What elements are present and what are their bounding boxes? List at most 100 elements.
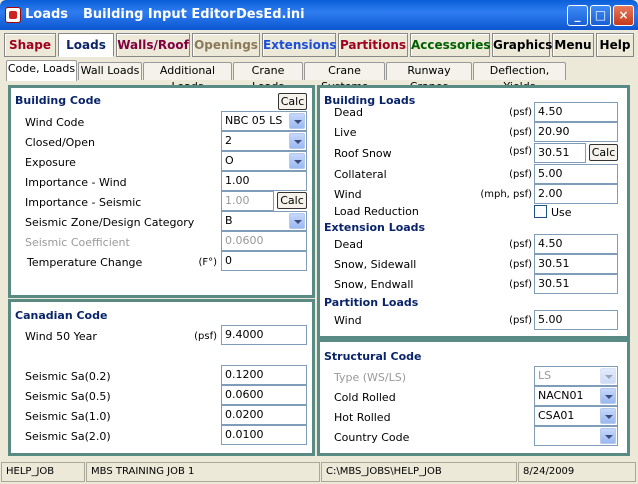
live-load-unit: (psf) <box>509 127 532 138</box>
tab-runway-cranes[interactable]: Runway Cranes <box>386 62 472 93</box>
tab-wall-loads[interactable]: Wall Loads <box>78 62 142 80</box>
importance-seismic-label: Importance - Seismic <box>25 196 142 209</box>
partition-wind-unit: (psf) <box>509 315 532 326</box>
chevron-down-icon[interactable] <box>289 153 305 169</box>
tab-deflection-yields[interactable]: Deflection, Yields <box>473 62 566 93</box>
close-button[interactable]: × <box>613 5 634 26</box>
chevron-down-icon[interactable] <box>600 428 616 444</box>
collateral-unit: (psf) <box>509 169 532 180</box>
chevron-down-icon[interactable] <box>289 113 305 129</box>
building-code-title: Building Code <box>15 94 101 107</box>
hot-rolled-select[interactable]: CSA01 <box>534 406 618 426</box>
importance-wind-label: Importance - Wind <box>25 176 127 189</box>
country-code-label: Country Code <box>334 431 410 444</box>
temperature-unit: (F°) <box>198 257 217 268</box>
ext-dead-unit: (psf) <box>509 239 532 250</box>
ext-dead-input[interactable]: 4.50 <box>534 234 618 254</box>
roof-snow-unit: (psf) <box>509 146 532 157</box>
tab-crane-loads[interactable]: Crane Loads <box>233 62 303 93</box>
snow-endwall-input[interactable]: 30.51 <box>534 274 618 294</box>
seismic-coefficient-label: Seismic Coefficient <box>25 236 130 249</box>
menu-shape[interactable]: Shape <box>4 33 56 57</box>
chevron-down-icon[interactable] <box>600 368 616 384</box>
partition-loads-title: Partition Loads <box>324 296 419 309</box>
seismic-sa-02-input[interactable]: 0.1200 <box>221 365 307 385</box>
importance-seismic-calc-button[interactable]: Calc <box>277 192 307 209</box>
temperature-change-label: Temperature Change <box>27 256 143 269</box>
wind-load-input[interactable]: 2.00 <box>534 184 618 204</box>
exposure-select[interactable]: O <box>221 151 307 171</box>
tab-code-loads[interactable]: Code, Loads <box>6 60 77 81</box>
seismic-coefficient-input[interactable]: 0.0600 <box>221 231 307 251</box>
structural-code-panel: Structural Code Type (WS/LS) LS Cold Rol… <box>317 339 630 456</box>
importance-seismic-input[interactable]: 1.00 <box>221 191 274 211</box>
status-job: HELP_JOB <box>1 462 85 482</box>
importance-wind-input[interactable]: 1.00 <box>221 171 307 191</box>
menu-help[interactable]: Help <box>596 33 634 57</box>
roof-snow-calc-button[interactable]: Calc <box>589 144 618 161</box>
canadian-code-panel: Canadian Code Wind 50 Year (psf) 9.4000 … <box>8 299 315 456</box>
exposure-label: Exposure <box>25 156 76 169</box>
partition-wind-label: Wind <box>334 314 362 327</box>
seismic-sa-10-input[interactable]: 0.0200 <box>221 405 307 425</box>
menu-extensions[interactable]: Extensions <box>262 33 337 57</box>
menu-walls-roof[interactable]: Walls/Roof <box>116 33 190 57</box>
menu-graphics[interactable]: Graphics <box>492 33 552 57</box>
tab-crane-systems[interactable]: Crane Systems <box>304 62 385 93</box>
snow-sidewall-unit: (psf) <box>509 259 532 270</box>
window-title-file: DesEd.ini <box>236 7 305 22</box>
cold-rolled-label: Cold Rolled <box>334 391 396 404</box>
snow-sidewall-input[interactable]: 30.51 <box>534 254 618 274</box>
wind-load-label: Wind <box>334 188 362 201</box>
wind-code-select[interactable]: NBC 05 LS <box>221 111 307 131</box>
country-code-select[interactable] <box>534 426 618 446</box>
menu-loads[interactable]: Loads <box>58 33 114 57</box>
status-job-name: MBS TRAINING JOB 1 <box>86 462 320 482</box>
minimize-button[interactable]: _ <box>567 5 588 26</box>
snow-sidewall-label: Snow, Sidewall <box>334 258 417 271</box>
load-reduction-checkbox[interactable] <box>534 205 547 218</box>
dead-load-input[interactable]: 4.50 <box>534 102 618 122</box>
menu-menu[interactable]: Menu <box>552 33 594 57</box>
canadian-code-title: Canadian Code <box>15 309 108 322</box>
maximize-button[interactable]: □ <box>590 5 611 26</box>
temperature-change-input[interactable]: 0 <box>221 251 307 271</box>
chevron-down-icon[interactable] <box>289 133 305 149</box>
dead-load-unit: (psf) <box>509 107 532 118</box>
chevron-down-icon[interactable] <box>600 388 616 404</box>
type-ws-ls-label: Type (WS/LS) <box>334 371 407 384</box>
load-reduction-label: Load Reduction <box>334 205 419 218</box>
collateral-label: Collateral <box>334 168 387 181</box>
wind-code-label: Wind Code <box>25 116 85 129</box>
window-title-app: Loads <box>25 7 69 22</box>
seismic-sa-05-label: Seismic Sa(0.5) <box>25 390 111 403</box>
closed-open-select[interactable]: 2 <box>221 131 307 151</box>
menu-partitions[interactable]: Partitions <box>338 33 408 57</box>
building-code-panel: Building Code Calc Wind Code NBC 05 LS C… <box>8 85 315 298</box>
chevron-down-icon[interactable] <box>600 408 616 424</box>
closed-open-label: Closed/Open <box>25 136 96 149</box>
seismic-sa-05-input[interactable]: 0.0600 <box>221 385 307 405</box>
menu-openings[interactable]: Openings <box>192 33 260 57</box>
wind-50-year-label: Wind 50 Year <box>25 330 97 343</box>
live-load-input[interactable]: 20.90 <box>534 122 618 142</box>
roof-snow-input[interactable]: 30.51 <box>534 143 586 163</box>
type-ws-ls-select[interactable]: LS <box>534 366 618 386</box>
partition-wind-input[interactable]: 5.00 <box>534 310 618 330</box>
seismic-sa-20-input[interactable]: 0.0100 <box>221 425 307 445</box>
chevron-down-icon[interactable] <box>289 213 305 229</box>
app-icon[interactable] <box>5 7 21 23</box>
collateral-input[interactable]: 5.00 <box>534 164 618 184</box>
live-load-label: Live <box>334 126 357 139</box>
hot-rolled-label: Hot Rolled <box>334 411 391 424</box>
status-path: C:\MBS_JOBS\HELP_JOB <box>321 462 517 482</box>
building-code-calc-button[interactable]: Calc <box>278 93 307 110</box>
seismic-zone-select[interactable]: B <box>221 211 307 231</box>
menu-accessories[interactable]: Accessories <box>410 33 491 57</box>
load-reduction-use-label: Use <box>551 206 572 219</box>
wind-50-year-input[interactable]: 9.4000 <box>221 325 307 345</box>
snow-endwall-label: Snow, Endwall <box>334 278 414 291</box>
seismic-sa-10-label: Seismic Sa(1.0) <box>25 410 111 423</box>
tab-additional-loads[interactable]: Additional Loads <box>143 62 232 93</box>
cold-rolled-select[interactable]: NACN01 <box>534 386 618 406</box>
